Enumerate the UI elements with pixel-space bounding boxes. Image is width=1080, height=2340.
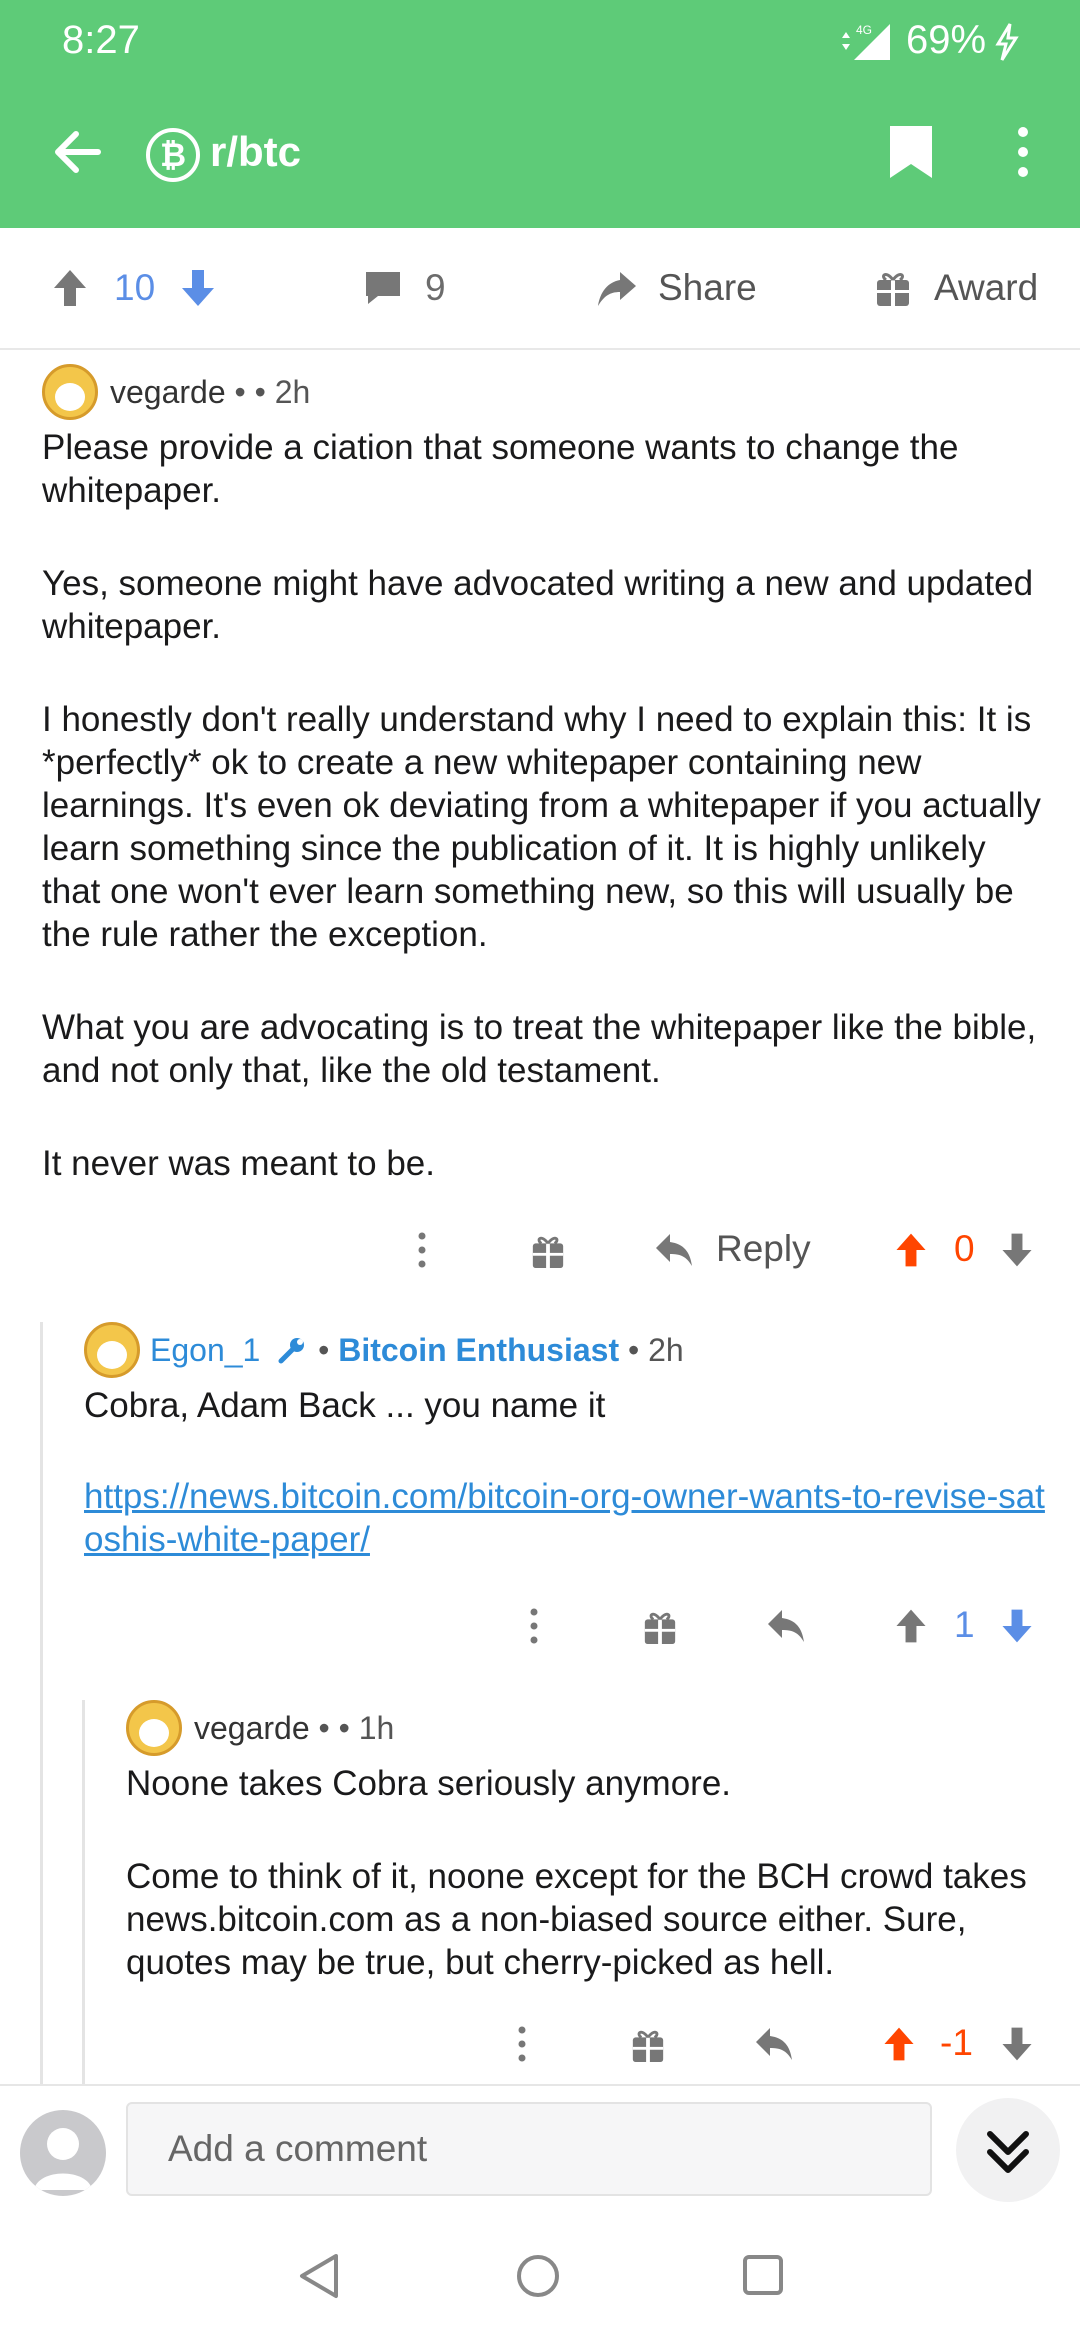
downvote-arrow-icon[interactable] bbox=[998, 1606, 1036, 1646]
battery-percentage: 69% bbox=[906, 18, 987, 62]
subreddit-icon[interactable]: ₿ bbox=[146, 128, 200, 182]
reply-icon[interactable] bbox=[766, 1608, 806, 1644]
add-comment-input[interactable]: Add a comment bbox=[126, 2102, 932, 2196]
network-label: 4G bbox=[856, 23, 872, 37]
reply-button[interactable]: Reply bbox=[716, 1228, 811, 1270]
upvote-arrow-icon[interactable] bbox=[880, 2024, 918, 2064]
gift-icon[interactable] bbox=[630, 2026, 666, 2064]
thread-line bbox=[40, 1322, 43, 2084]
share-label: Share bbox=[658, 267, 757, 308]
comment-link[interactable]: https://news.bitcoin.com/bitcoin-org-own… bbox=[84, 1475, 1064, 1561]
downvote-arrow-icon[interactable] bbox=[998, 2024, 1036, 2064]
post-score: 10 bbox=[114, 267, 156, 308]
user-avatar[interactable] bbox=[20, 2110, 106, 2196]
comment-author[interactable]: vegarde bbox=[110, 374, 226, 410]
charging-icon bbox=[994, 22, 1020, 67]
network-signal-icon: 4G bbox=[838, 22, 890, 67]
more-icon[interactable] bbox=[526, 1608, 542, 1644]
bookmark-icon[interactable] bbox=[886, 124, 936, 185]
collapse-button[interactable] bbox=[956, 2098, 1060, 2202]
upvote-arrow-icon[interactable] bbox=[50, 266, 90, 310]
subreddit-title[interactable]: r/btc bbox=[210, 128, 301, 176]
comment-paragraph: Please provide a ciation that someone wa… bbox=[42, 428, 959, 510]
comment-meta: vegarde • • 2h bbox=[110, 374, 310, 411]
user-flair: Bitcoin Enthusiast bbox=[338, 1332, 620, 1368]
comment-time: • 2h bbox=[628, 1332, 684, 1368]
comment-paragraph: What you are advocating is to treat the … bbox=[42, 1008, 1037, 1090]
comment-paragraph: Noone takes Cobra seriously anymore. bbox=[126, 1764, 732, 1803]
person-icon bbox=[34, 2128, 92, 2190]
post-upvote-button[interactable] bbox=[50, 228, 90, 348]
comment-score: 0 bbox=[954, 1228, 975, 1269]
comment-count: 9 bbox=[425, 267, 446, 308]
upvote-arrow-icon[interactable] bbox=[892, 1230, 930, 1270]
comment-score: 1 bbox=[954, 1604, 975, 1645]
comment-actions: Reply 0 bbox=[0, 1220, 1080, 1280]
comment-paragraph: Yes, someone might have advocated writin… bbox=[42, 564, 1034, 646]
nav-home-icon[interactable] bbox=[514, 2252, 562, 2300]
upvote-arrow-icon[interactable] bbox=[892, 1606, 930, 1646]
comment-time: • 1h bbox=[338, 1710, 395, 1746]
comment-paragraph: Come to think of it, noone except for th… bbox=[126, 1857, 1027, 1982]
nav-back-icon[interactable] bbox=[296, 2250, 342, 2302]
meta-separator: • bbox=[318, 1710, 330, 1746]
comment-time: • 2h bbox=[254, 374, 311, 410]
comment-paragraph: It never was meant to be. bbox=[42, 1144, 435, 1183]
system-nav-bar bbox=[0, 2220, 1080, 2340]
downvote-arrow-icon[interactable] bbox=[178, 266, 218, 310]
comment-body: Please provide a ciation that someone wa… bbox=[42, 426, 1052, 1235]
award-button[interactable]: Award bbox=[874, 228, 1038, 348]
avatar[interactable] bbox=[42, 364, 98, 420]
comment-author[interactable]: Egon_1 bbox=[150, 1332, 260, 1368]
comment-actions: -1 bbox=[0, 2014, 1080, 2074]
share-button[interactable]: Share bbox=[596, 228, 757, 348]
gift-icon[interactable] bbox=[642, 1608, 678, 1646]
avatar[interactable] bbox=[84, 1322, 140, 1378]
comment-score: -1 bbox=[940, 2022, 973, 2063]
more-options-icon[interactable] bbox=[1008, 124, 1038, 185]
reply-icon[interactable] bbox=[754, 2026, 794, 2062]
post-action-bar: 10 9 Share Award bbox=[0, 228, 1080, 350]
avatar[interactable] bbox=[126, 1700, 182, 1756]
nav-recents-icon[interactable] bbox=[740, 2252, 786, 2298]
more-icon[interactable] bbox=[514, 2026, 530, 2062]
comment-paragraph: I honestly don't really understand why I… bbox=[42, 700, 1041, 954]
double-chevron-down-icon bbox=[987, 2131, 1029, 2173]
gift-icon[interactable] bbox=[530, 1232, 566, 1270]
back-arrow-icon[interactable] bbox=[48, 124, 104, 185]
award-label: Award bbox=[934, 267, 1039, 308]
comment-actions: 1 bbox=[0, 1596, 1080, 1656]
share-arrow-icon bbox=[598, 272, 636, 306]
comment-paragraph: Cobra, Adam Back ... you name it bbox=[84, 1386, 606, 1425]
reply-icon[interactable] bbox=[654, 1232, 694, 1268]
comment-meta: Egon_1 • Bitcoin Enthusiast • 2h bbox=[150, 1332, 684, 1368]
comment-author[interactable]: vegarde bbox=[194, 1710, 310, 1746]
comment-meta: vegarde • • 1h bbox=[194, 1710, 394, 1747]
downvote-arrow-icon[interactable] bbox=[998, 1230, 1036, 1270]
meta-separator: • bbox=[234, 374, 246, 410]
comment-body: Noone takes Cobra seriously anymore. Com… bbox=[126, 1762, 1046, 2034]
comments-button[interactable] bbox=[362, 228, 404, 348]
comment-body: Cobra, Adam Back ... you name it https:/… bbox=[84, 1384, 1064, 1561]
post-downvote-button[interactable] bbox=[178, 228, 218, 348]
moderator-wrench-icon bbox=[278, 1338, 305, 1364]
comment-bubble-icon bbox=[366, 272, 400, 304]
status-time: 8:27 bbox=[62, 18, 140, 62]
more-icon[interactable] bbox=[414, 1232, 430, 1268]
gift-icon bbox=[877, 273, 909, 306]
